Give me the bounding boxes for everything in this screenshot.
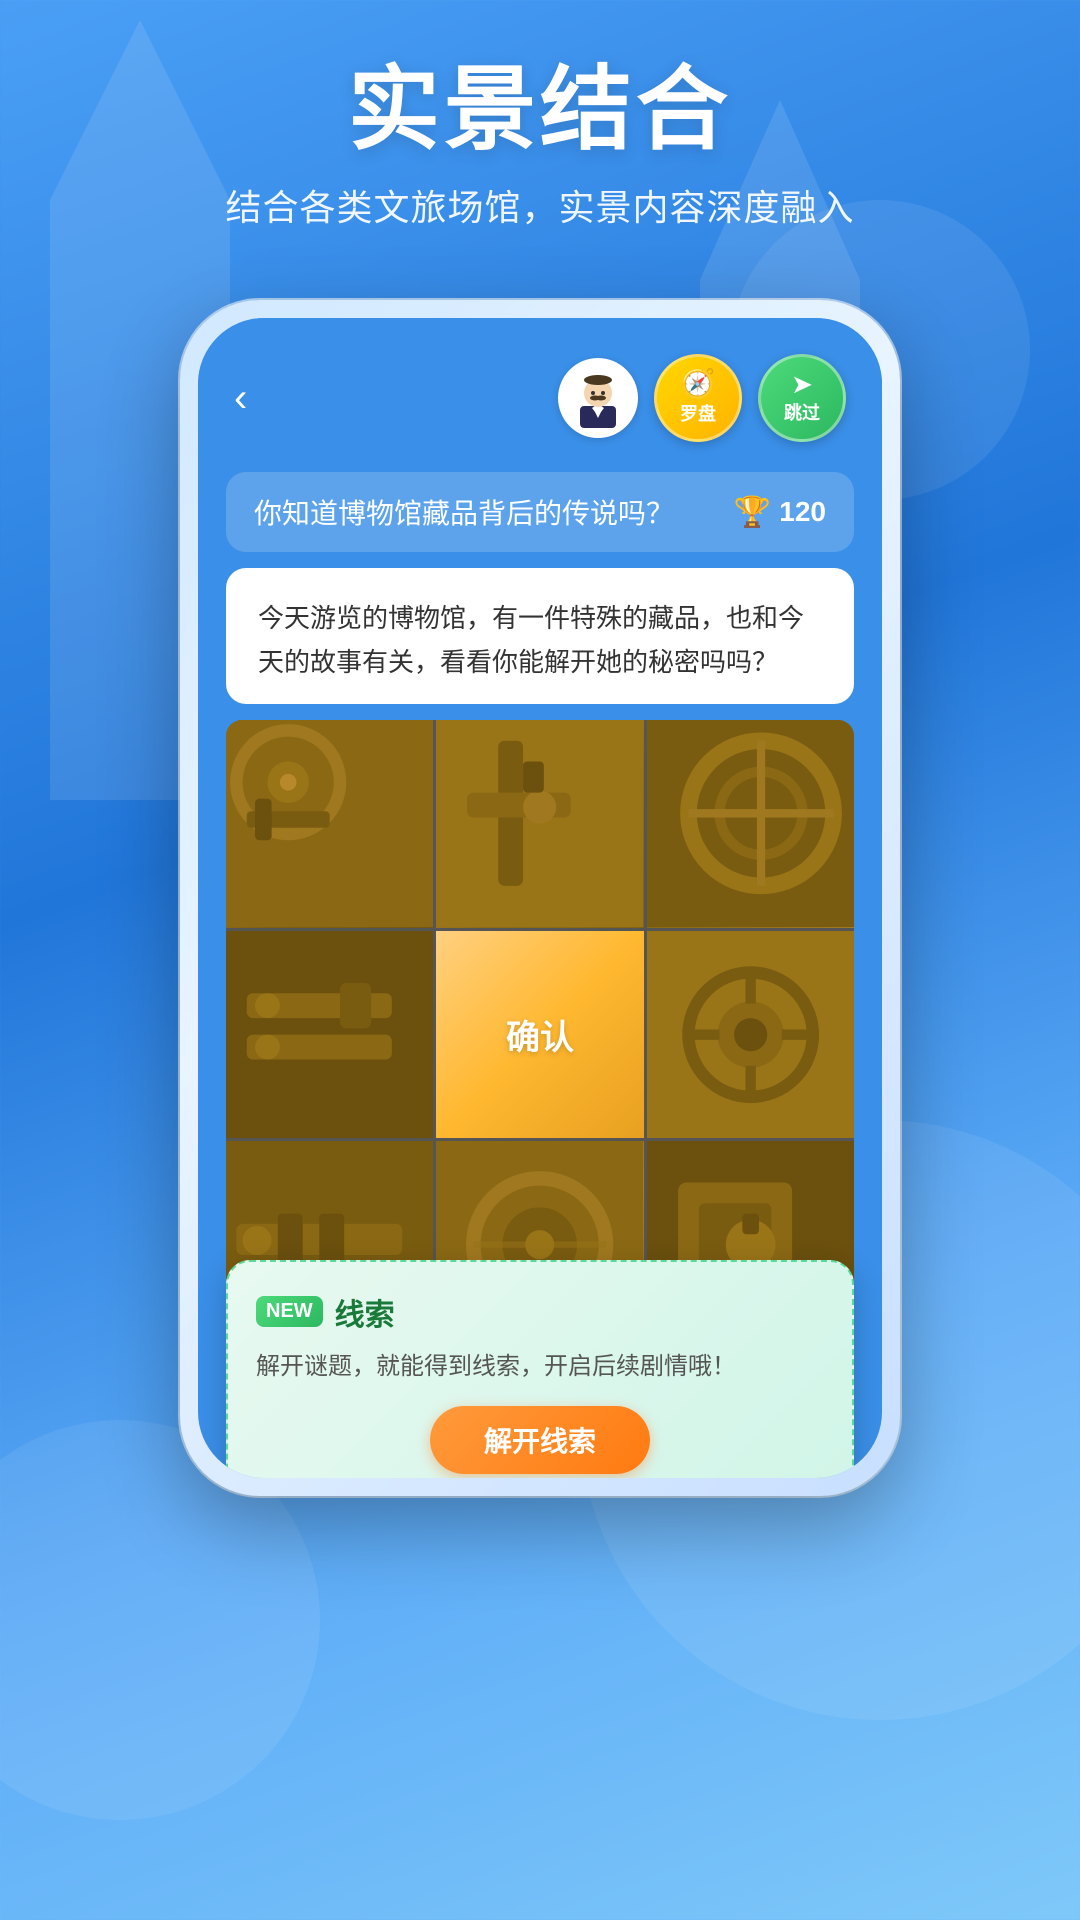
clue-card: NEW 线索 解开谜题，就能得到线索，开启后续剧情哦！ 解开线索: [226, 1260, 854, 1478]
puzzle-cell-ml[interactable]: [226, 931, 433, 1138]
question-bar: 你知道博物馆藏品背后的传说吗？ 🏆 120: [226, 472, 854, 552]
phone-screen: ‹: [198, 318, 882, 1478]
puzzle-cell-tr[interactable]: [647, 720, 854, 927]
page-sub-title: 结合各类文旅场馆，实景内容深度融入: [0, 179, 1080, 231]
score-value: 120: [779, 496, 826, 528]
puzzle-cell-tl[interactable]: [226, 720, 433, 927]
confirm-text: 确认: [506, 1010, 574, 1059]
description-area: 今天游览的博物馆，有一件特殊的藏品，也和今天的故事有关，看看你能解开她的秘密吗吗…: [226, 568, 854, 704]
phone-outer-frame: ‹: [180, 300, 900, 1496]
compass-button[interactable]: 🧭 罗盘: [654, 354, 742, 442]
avatar-image: [568, 368, 628, 428]
user-avatar: [558, 358, 638, 438]
compass-label: 罗盘: [680, 400, 716, 426]
phone-mockup: ‹: [180, 300, 900, 1496]
clue-description: 解开谜题，就能得到线索，开启后续剧情哦！: [256, 1348, 824, 1386]
clue-header: NEW 线索: [256, 1290, 824, 1334]
unlock-clue-button[interactable]: 解开线索: [430, 1406, 650, 1474]
back-button[interactable]: ‹: [234, 378, 247, 418]
skip-icon: ➤: [791, 371, 813, 397]
page-main-title: 实景结合: [0, 60, 1080, 161]
top-right-controls: 🧭 罗盘 ➤ 跳过: [558, 354, 846, 442]
clue-title: 线索: [335, 1290, 395, 1334]
puzzle-cell-confirm[interactable]: 确认: [436, 931, 643, 1138]
puzzle-grid: 确认: [226, 720, 854, 1348]
puzzle-area: 确认: [226, 720, 854, 1348]
hero-section: 实景结合 结合各类文旅场馆，实景内容深度融入: [0, 60, 1080, 231]
skip-label: 跳过: [784, 399, 820, 425]
description-text: 今天游览的博物馆，有一件特殊的藏品，也和今天的故事有关，看看你能解开她的秘密吗吗…: [258, 596, 822, 684]
score-badge: 🏆 120: [734, 495, 826, 530]
phone-top-bar: ‹: [198, 318, 882, 462]
skip-button[interactable]: ➤ 跳过: [758, 354, 846, 442]
compass-icon: 🧭: [681, 370, 716, 398]
new-badge: NEW: [256, 1296, 323, 1327]
question-text: 你知道博物馆藏品背后的传说吗？: [254, 492, 674, 532]
puzzle-cell-tc[interactable]: [436, 720, 643, 927]
puzzle-cell-mr[interactable]: [647, 931, 854, 1138]
trophy-icon: 🏆: [734, 495, 771, 530]
